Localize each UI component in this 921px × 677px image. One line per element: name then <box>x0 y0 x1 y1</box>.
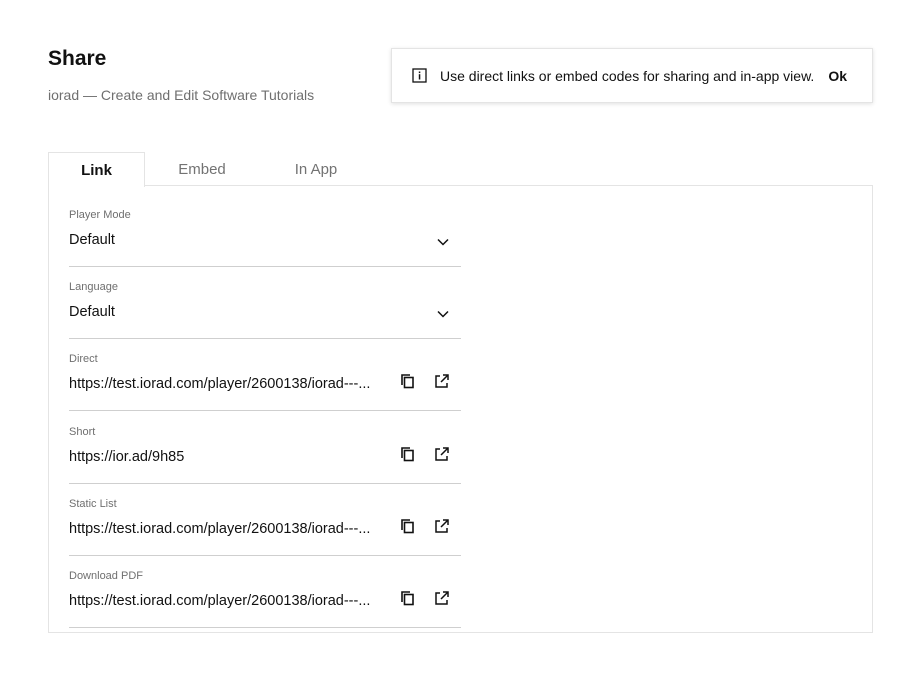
page-subtitle: iorad — Create and Edit Software Tutoria… <box>48 87 315 103</box>
external-link-icon[interactable] <box>434 373 450 389</box>
language-label: Language <box>69 281 118 293</box>
external-link-icon[interactable] <box>434 518 450 534</box>
direct-link-field: Direct https://test.iorad.com/player/260… <box>69 353 461 411</box>
short-label: Short <box>69 426 96 438</box>
download-pdf-url[interactable]: https://test.iorad.com/player/2600138/io… <box>69 593 370 609</box>
tab-link[interactable]: Link <box>48 152 145 187</box>
tab-embed[interactable]: Embed <box>145 152 259 186</box>
download-pdf-label: Download PDF <box>69 570 143 582</box>
link-panel: Player Mode Default Language Default Dir… <box>48 185 873 633</box>
external-link-icon[interactable] <box>434 590 450 606</box>
static-list-label: Static List <box>69 498 117 510</box>
direct-label: Direct <box>69 353 98 365</box>
notice-ok-button[interactable]: Ok <box>828 68 847 84</box>
notice-text: Use direct links or embed codes for shar… <box>440 67 815 84</box>
player-mode-value: Default <box>69 232 115 248</box>
chevron-down-icon[interactable] <box>437 307 449 319</box>
language-select[interactable]: Language Default <box>69 281 461 339</box>
download-pdf-field: Download PDF https://test.iorad.com/play… <box>69 570 461 628</box>
player-mode-select[interactable]: Player Mode Default <box>69 209 461 267</box>
player-mode-label: Player Mode <box>69 209 131 221</box>
short-link-field: Short https://ior.ad/9h85 <box>69 426 461 484</box>
info-notice: Use direct links or embed codes for shar… <box>391 48 873 103</box>
chevron-down-icon[interactable] <box>437 235 449 247</box>
direct-url[interactable]: https://test.iorad.com/player/2600138/io… <box>69 376 370 392</box>
static-list-field: Static List https://test.iorad.com/playe… <box>69 498 461 556</box>
tab-in-app[interactable]: In App <box>259 152 373 186</box>
copy-icon[interactable] <box>400 373 416 391</box>
external-link-icon[interactable] <box>434 446 450 462</box>
short-url[interactable]: https://ior.ad/9h85 <box>69 449 184 465</box>
info-icon <box>412 68 427 83</box>
share-tabs: Link Embed In App <box>48 152 373 187</box>
language-value: Default <box>69 304 115 320</box>
static-list-url[interactable]: https://test.iorad.com/player/2600138/io… <box>69 521 370 537</box>
copy-icon[interactable] <box>400 518 416 536</box>
copy-icon[interactable] <box>400 446 416 464</box>
copy-icon[interactable] <box>400 590 416 608</box>
page-title: Share <box>48 47 107 70</box>
